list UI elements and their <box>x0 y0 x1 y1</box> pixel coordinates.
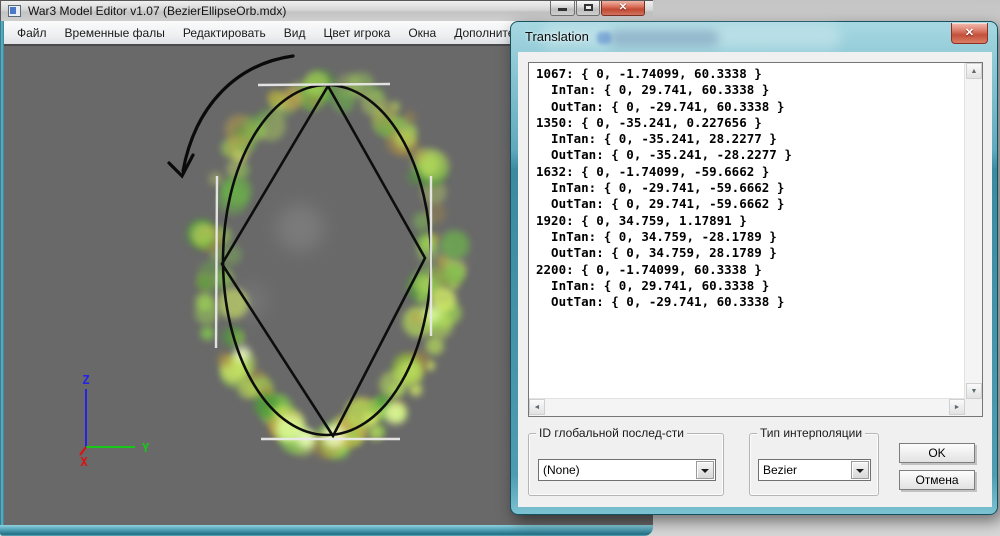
scrollbar-corner <box>965 399 982 416</box>
dropdown-button[interactable] <box>696 461 714 479</box>
maximize-button[interactable] <box>576 1 600 16</box>
interpolation-groupbox: Тип интерполяции Bezier <box>749 426 879 496</box>
menu-item[interactable]: Вид <box>275 23 315 43</box>
horizontal-scrollbar[interactable]: ◄ ► <box>529 398 965 416</box>
titlebar-ghost-icon <box>597 32 611 44</box>
close-icon: ✕ <box>618 2 628 13</box>
dropdown-button[interactable] <box>851 461 869 479</box>
global-sequence-value: (None) <box>543 463 580 477</box>
scroll-left-button[interactable]: ◄ <box>529 399 545 415</box>
minimize-icon <box>558 8 567 11</box>
desktop-background: War3 Model Editor v1.07 (BezierEllipseOr… <box>0 0 1000 536</box>
interpolation-label: Тип интерполяции <box>757 426 866 440</box>
axis-gizmo: Z Y X <box>79 373 150 469</box>
menu-item[interactable]: Файл <box>8 23 56 43</box>
minimize-button[interactable] <box>550 1 575 16</box>
dialog-close-button[interactable]: ✕ <box>951 23 988 44</box>
menu-item[interactable]: Цвет игрока <box>314 23 399 43</box>
interpolation-dropdown[interactable]: Bezier <box>758 459 871 481</box>
global-sequence-label: ID глобальной послед-сти <box>536 426 687 440</box>
menu-item[interactable]: Временные фалы <box>56 23 174 43</box>
global-sequence-groupbox: ID глобальной послед-сти (None) <box>528 426 724 496</box>
particle-layer <box>186 69 470 460</box>
dialog-client-area: 1067: { 0, -1.74099, 60.3338 } InTan: { … <box>518 52 992 507</box>
keyframe-listbox[interactable]: 1067: { 0, -1.74099, 60.3338 } InTan: { … <box>528 62 983 417</box>
arrow-up-icon: ▲ <box>970 68 978 75</box>
arrow-down-icon: ▼ <box>970 388 978 395</box>
main-window-title: War3 Model Editor v1.07 (BezierEllipseOr… <box>28 4 287 18</box>
translation-dialog: Translation ✕ 1067: { 0, -1.74099, 60.33… <box>510 21 998 515</box>
dialog-title: Translation <box>525 29 589 44</box>
main-window-titlebar[interactable]: War3 Model Editor v1.07 (BezierEllipseOr… <box>0 0 653 21</box>
cancel-button[interactable]: Отмена <box>899 470 975 490</box>
arrow-left-icon: ◄ <box>533 404 541 411</box>
bezier-ellipse-path <box>221 83 433 437</box>
menu-item[interactable]: Редактировать <box>174 23 275 43</box>
interpolation-value: Bezier <box>763 463 798 477</box>
keyframe-text: 1067: { 0, -1.74099, 60.3338 } InTan: { … <box>536 66 792 310</box>
scroll-right-button[interactable]: ► <box>949 399 965 415</box>
vertical-scrollbar[interactable]: ▲ ▼ <box>964 63 982 399</box>
axis-x-label: X <box>80 455 88 469</box>
axis-z-label: Z <box>82 373 89 387</box>
close-icon: ✕ <box>964 27 975 39</box>
app-icon <box>8 5 21 17</box>
scroll-down-button[interactable]: ▼ <box>966 383 982 399</box>
maximize-icon <box>584 4 593 11</box>
close-button[interactable]: ✕ <box>601 1 645 16</box>
window-controls: ✕ <box>549 1 645 16</box>
ok-button[interactable]: OK <box>899 443 975 463</box>
arrow-right-icon: ► <box>953 404 961 411</box>
axis-y-label: Y <box>142 441 150 455</box>
chevron-down-icon <box>701 469 709 473</box>
menu-item[interactable]: Окна <box>399 23 445 43</box>
global-sequence-dropdown[interactable]: (None) <box>538 459 716 481</box>
window-border-bottom <box>0 525 653 536</box>
titlebar-ghost <box>609 30 719 46</box>
scroll-up-button[interactable]: ▲ <box>966 63 982 79</box>
chevron-down-icon <box>856 469 864 473</box>
